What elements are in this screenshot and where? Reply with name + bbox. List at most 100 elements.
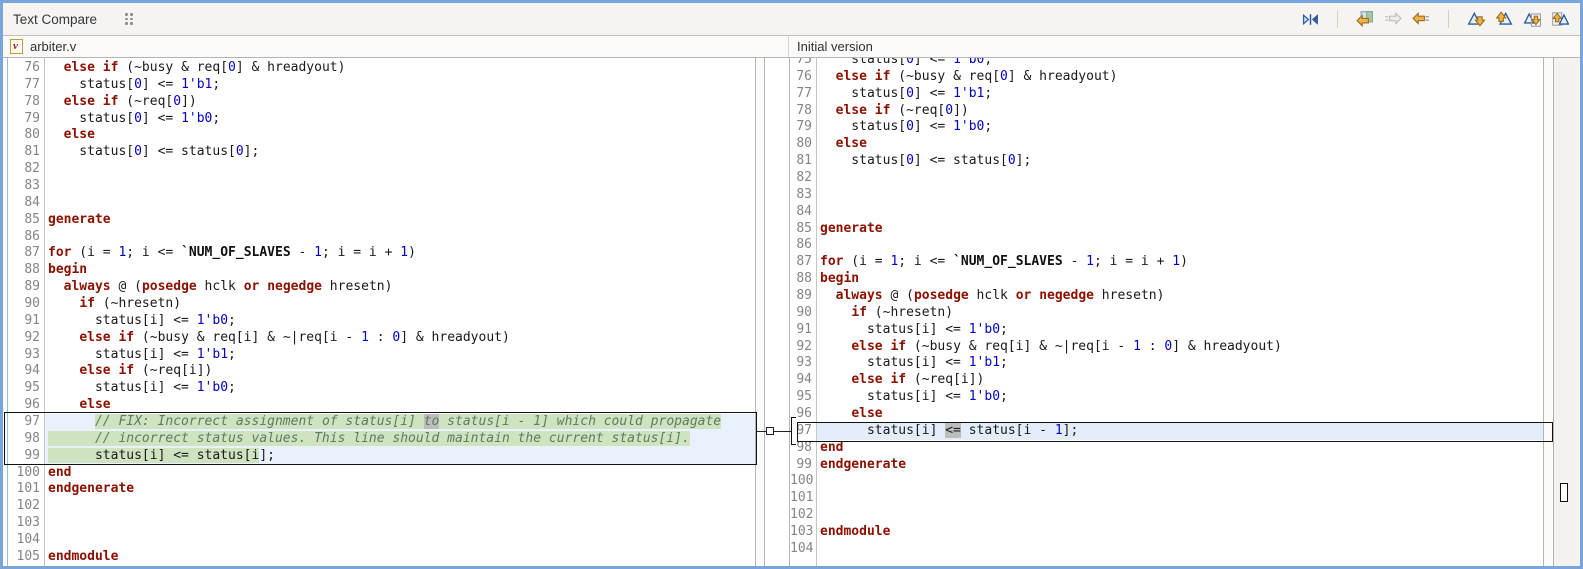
code-line: end <box>820 439 844 455</box>
code-line: status[i] <= 1'b0; <box>48 380 236 396</box>
code-line: always @ (posedge hclk or negedge hreset… <box>835 288 1165 304</box>
line-number: 94 <box>796 372 812 388</box>
line-number: 85 <box>796 220 812 236</box>
verilog-file-icon: v <box>10 39 23 54</box>
grip-dots-icon <box>125 13 133 25</box>
code-line: // incorrect status values. This line sh… <box>45 430 755 448</box>
right-code-editor[interactable]: status[0] <= 1'b0; else if (~busy & req[… <box>817 58 1544 566</box>
line-number: 86 <box>24 228 40 244</box>
line-number: 100 <box>16 464 40 480</box>
line-number: 82 <box>24 161 40 177</box>
line-number: 79 <box>796 119 812 135</box>
right-scrollbar[interactable] <box>1544 58 1554 566</box>
copy-right-to-left-icon[interactable] <box>1411 9 1431 29</box>
right-line-number-gutter: 75 76 77 78 79 80 81 82 83 84 85 86 87 88 89 90 91 92 93 94… <box>789 58 817 566</box>
code-line: else if (~busy & req[i] & ~|req[i - 1 : … <box>79 329 510 345</box>
line-number: 93 <box>796 355 812 371</box>
right-pane-title: Initial version <box>797 39 873 54</box>
code-line: else if (~req[0]) <box>835 102 969 118</box>
line-number: 101 <box>790 490 814 506</box>
line-number: 88 <box>24 262 40 278</box>
line-number: 80 <box>796 136 812 152</box>
code-line: status[i] <= 1'b0; <box>820 321 1008 337</box>
copy-all-right-to-left-icon[interactable] <box>1355 9 1375 29</box>
diff-connector-line <box>757 431 791 432</box>
pane-title: Text Compare <box>13 11 98 27</box>
code-line: else <box>63 127 95 143</box>
next-change-icon[interactable] <box>1522 9 1542 29</box>
code-line: status[i] <= 1'b1; <box>48 346 236 362</box>
line-number: 91 <box>796 321 812 337</box>
code-line: else <box>851 406 883 422</box>
previous-difference-icon[interactable] <box>1494 9 1514 29</box>
line-number: 100 <box>790 473 814 489</box>
line-number: 92 <box>796 338 812 354</box>
line-number: 89 <box>24 279 40 295</box>
line-number: 95 <box>24 380 40 396</box>
line-number: 78 <box>796 102 812 118</box>
code-line: // FIX: Incorrect assignment of status[i… <box>45 414 755 431</box>
compare-main-area: 76 77 78 79 80 81 82 83 84 85 86 87 88 89 90 91 92 93 94 95… <box>3 58 1580 566</box>
code-line: else <box>835 136 867 152</box>
line-number: 98 <box>24 430 40 446</box>
copy-left-to-right-icon <box>1383 9 1403 29</box>
code-line: if (~hresetn) <box>79 296 182 312</box>
text-compare-window: Text Compare v arbiter.v Initial version… <box>0 0 1583 569</box>
code-line: endgenerate <box>48 481 135 497</box>
code-line: begin <box>48 262 88 278</box>
line-number: 105 <box>16 548 40 564</box>
line-number: 99 <box>796 456 812 472</box>
line-number: 91 <box>24 312 40 328</box>
line-number: 78 <box>24 93 40 109</box>
overview-ruler <box>1554 58 1580 566</box>
code-line: else if (~req[i]) <box>851 372 985 388</box>
line-number: 83 <box>796 186 812 202</box>
line-number: 104 <box>16 532 40 548</box>
line-number: 87 <box>796 254 812 270</box>
line-number: 87 <box>24 245 40 261</box>
left-scrollbar[interactable] <box>756 58 765 566</box>
right-pane-header: Initial version <box>789 36 1580 57</box>
line-number: 96 <box>24 397 40 413</box>
line-number: 77 <box>796 85 812 101</box>
line-number: 101 <box>16 481 40 497</box>
swap-left-right-icon[interactable] <box>1300 9 1320 29</box>
line-number: 84 <box>796 203 812 219</box>
line-number: 88 <box>796 271 812 287</box>
pane-headers: v arbiter.v Initial version <box>3 36 1580 58</box>
line-number: 82 <box>796 170 812 186</box>
diff-center-gutter <box>765 58 789 566</box>
diff-overview-marker[interactable] <box>1560 483 1568 502</box>
line-number: 86 <box>796 237 812 253</box>
line-number: 84 <box>24 194 40 210</box>
previous-change-icon[interactable] <box>1550 9 1570 29</box>
line-number: 102 <box>790 507 814 523</box>
next-difference-icon[interactable] <box>1466 9 1486 29</box>
code-line: always @ (posedge hclk or negedge hreset… <box>63 279 393 295</box>
compare-toolbar: Text Compare <box>3 3 1580 36</box>
left-code-editor[interactable]: else if (~busy & req[0] & hreadyout) sta… <box>45 58 756 566</box>
diff-connector-bracket <box>791 417 796 445</box>
code-line: for (i = 1; i <= `NUM_OF_SLAVES - 1; i =… <box>48 245 416 261</box>
line-number: 89 <box>796 288 812 304</box>
line-number: 103 <box>790 524 814 540</box>
code-line: else if (~req[0]) <box>63 93 197 109</box>
line-number: 85 <box>24 211 40 227</box>
left-pane-header: v arbiter.v <box>3 36 789 57</box>
line-number: 81 <box>796 153 812 169</box>
diff-connector-handle[interactable] <box>766 427 774 435</box>
